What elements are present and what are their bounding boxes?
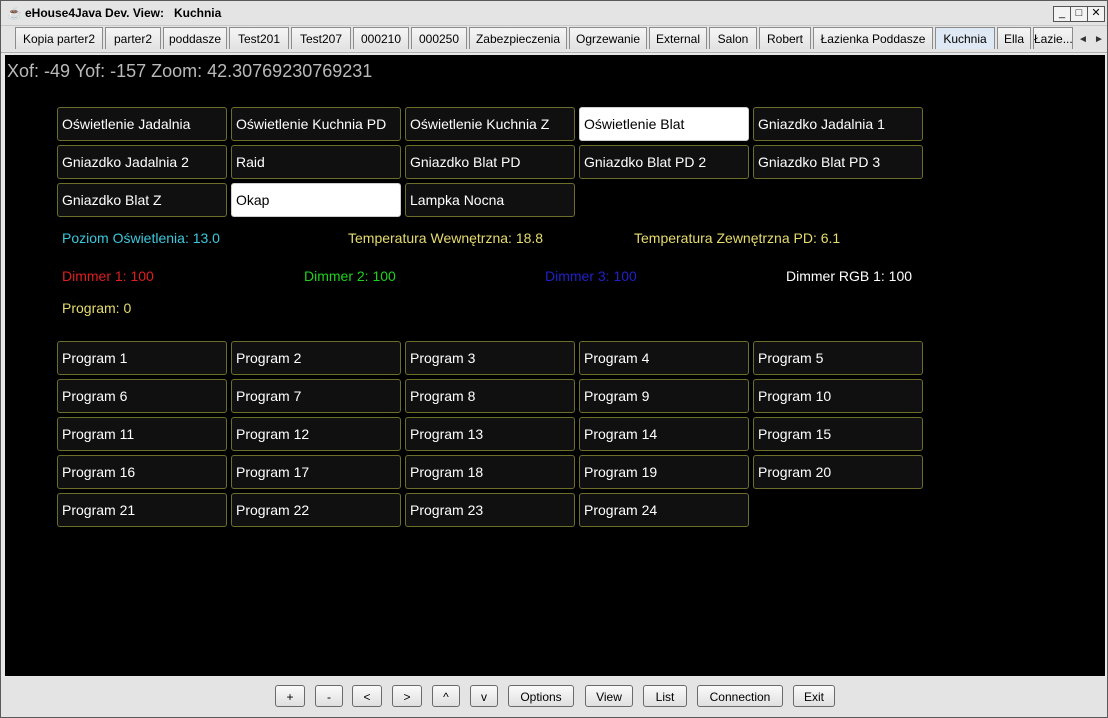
program-button[interactable]: Program 21 [57, 493, 227, 527]
tab-external[interactable]: External [649, 27, 707, 49]
pan-up-button[interactable]: ^ [432, 685, 460, 707]
output-button[interactable]: Lampka Nocna [405, 183, 575, 217]
view-button[interactable]: View [585, 685, 633, 707]
output-button[interactable]: Gniazdko Jadalnia 1 [753, 107, 923, 141]
minimize-button[interactable]: _ [1053, 6, 1071, 22]
program-button[interactable]: Program 11 [57, 417, 227, 451]
program-button[interactable]: Program 19 [579, 455, 749, 489]
tab-salon[interactable]: Salon [709, 27, 757, 49]
program-button[interactable]: Program 22 [231, 493, 401, 527]
programs-grid: Program 1 Program 2 Program 3 Program 4 … [57, 341, 923, 527]
coordinates-readout: Xof: -49 Yof: -157 Zoom: 42.307692307692… [7, 61, 373, 81]
output-button-on[interactable]: Okap [231, 183, 401, 217]
tab-test207[interactable]: Test207 [291, 27, 351, 49]
tab-ogrzewanie[interactable]: Ogrzewanie [569, 27, 647, 49]
dimmer-rgb-status[interactable]: Dimmer RGB 1: 100 [786, 268, 912, 284]
program-button[interactable]: Program 1 [57, 341, 227, 375]
program-button[interactable]: Program 17 [231, 455, 401, 489]
dimmer2-status[interactable]: Dimmer 2: 100 [304, 268, 396, 284]
tab-kuchnia[interactable]: Kuchnia [935, 27, 995, 49]
tab-scroll-left-icon[interactable]: ◄ [1078, 34, 1088, 45]
program-status: Program: 0 [62, 300, 132, 316]
exit-button[interactable]: Exit [793, 685, 835, 707]
tab-lazienka-truncated[interactable]: Łazie... [1033, 27, 1073, 49]
tab-ella[interactable]: Ella [997, 27, 1031, 49]
output-button-on[interactable]: Oświetlenie Blat [579, 107, 749, 141]
program-button[interactable]: Program 8 [405, 379, 575, 413]
pan-right-button[interactable]: > [392, 685, 422, 707]
connection-button[interactable]: Connection [697, 685, 783, 707]
tab-parter2[interactable]: parter2 [105, 27, 161, 49]
pan-down-button[interactable]: v [470, 685, 498, 707]
maximize-button[interactable]: □ [1070, 6, 1088, 22]
tab-scroll-right-icon[interactable]: ► [1094, 34, 1104, 45]
output-button[interactable]: Gniazdko Blat Z [57, 183, 227, 217]
tab-000210[interactable]: 000210 [353, 27, 409, 49]
options-button[interactable]: Options [508, 685, 574, 707]
program-button[interactable]: Program 15 [753, 417, 923, 451]
program-button[interactable]: Program 6 [57, 379, 227, 413]
outputs-grid: Oświetlenie Jadalnia Oświetlenie Kuchnia… [57, 107, 923, 217]
light-level-status: Poziom Oświetlenia: 13.0 [62, 230, 220, 246]
program-button[interactable]: Program 10 [753, 379, 923, 413]
program-button[interactable]: Program 12 [231, 417, 401, 451]
program-button[interactable]: Program 14 [579, 417, 749, 451]
output-button[interactable]: Oświetlenie Kuchnia PD [231, 107, 401, 141]
window-title: eHouse4Java Dev. View: Kuchnia [25, 6, 222, 20]
program-button[interactable]: Program 13 [405, 417, 575, 451]
output-button[interactable]: Gniazdko Blat PD 2 [579, 145, 749, 179]
bottom-toolbar: + - < > ^ v Options View List Connection… [1, 677, 1107, 717]
title-bar: ☕ eHouse4Java Dev. View: Kuchnia _ □ ✕ [1, 1, 1107, 26]
list-button[interactable]: List [643, 685, 687, 707]
tab-robert[interactable]: Robert [759, 27, 811, 49]
output-button[interactable]: Oświetlenie Jadalnia [57, 107, 227, 141]
tab-test201[interactable]: Test201 [229, 27, 289, 49]
program-button[interactable]: Program 24 [579, 493, 749, 527]
pan-left-button[interactable]: < [352, 685, 382, 707]
output-button[interactable]: Gniazdko Jadalnia 2 [57, 145, 227, 179]
tab-lazienka-poddasze[interactable]: Łazienka Poddasze [813, 27, 933, 49]
output-button[interactable]: Gniazdko Blat PD 3 [753, 145, 923, 179]
program-button[interactable]: Program 4 [579, 341, 749, 375]
zoom-in-button[interactable]: + [275, 685, 305, 707]
tab-kopia-parter2[interactable]: Kopia parter2 [15, 27, 103, 49]
tab-zabezpieczenia[interactable]: Zabezpieczenia [469, 27, 567, 49]
tab-poddasze[interactable]: poddasze [163, 27, 227, 49]
dimmer3-status[interactable]: Dimmer 3: 100 [545, 268, 637, 284]
program-button[interactable]: Program 7 [231, 379, 401, 413]
view-canvas: Xof: -49 Yof: -157 Zoom: 42.307692307692… [5, 55, 1105, 676]
close-button[interactable]: ✕ [1087, 6, 1105, 22]
temp-outside-status: Temperatura Zewnętrzna PD: 6.1 [634, 230, 841, 246]
output-button[interactable]: Gniazdko Blat PD [405, 145, 575, 179]
program-button[interactable]: Program 23 [405, 493, 575, 527]
program-button[interactable]: Program 16 [57, 455, 227, 489]
output-button[interactable]: Oświetlenie Kuchnia Z [405, 107, 575, 141]
java-app-icon: ☕ [7, 6, 22, 20]
program-button[interactable]: Program 3 [405, 341, 575, 375]
program-button[interactable]: Program 20 [753, 455, 923, 489]
tab-bar: Kopia parter2 parter2 poddasze Test201 T… [1, 26, 1107, 53]
program-button[interactable]: Program 5 [753, 341, 923, 375]
program-button[interactable]: Program 18 [405, 455, 575, 489]
zoom-out-button[interactable]: - [315, 685, 343, 707]
output-button[interactable]: Raid [231, 145, 401, 179]
tab-000250[interactable]: 000250 [411, 27, 467, 49]
dimmer1-status[interactable]: Dimmer 1: 100 [62, 268, 154, 284]
app-window: ☕ eHouse4Java Dev. View: Kuchnia _ □ ✕ K… [0, 0, 1108, 718]
program-button[interactable]: Program 2 [231, 341, 401, 375]
program-button[interactable]: Program 9 [579, 379, 749, 413]
temp-inside-status: Temperatura Wewnętrzna: 18.8 [348, 230, 544, 246]
